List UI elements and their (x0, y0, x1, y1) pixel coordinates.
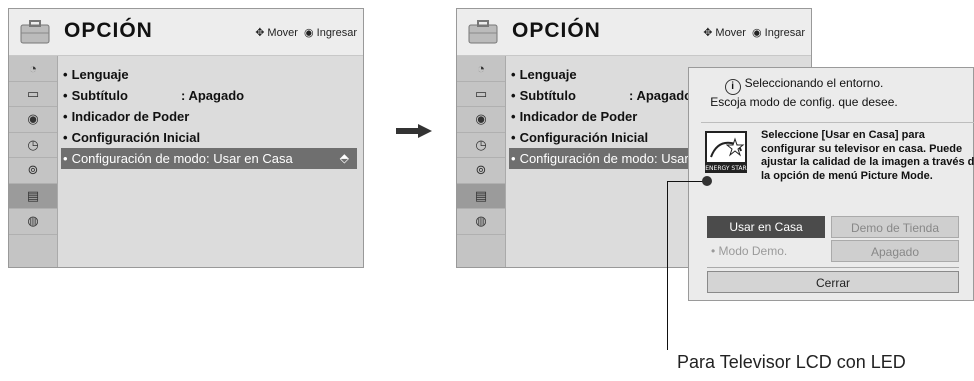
sidebar-item-picture[interactable]: ◔ (457, 56, 505, 82)
menu-item-label: Subtítulo (71, 88, 128, 103)
hint-move-label: Mover (267, 27, 298, 39)
option-briefcase-icon (20, 20, 50, 44)
menu-item-label: Lenguaje (519, 67, 577, 82)
up-down-icon: ⬘ (339, 151, 349, 165)
info-icon: i (724, 79, 741, 95)
dialog-message-line2: Escoja modo de config. que desee. (710, 95, 898, 109)
picture-icon: ◔ (477, 60, 485, 76)
menu-item-label: Configuración Inicial (519, 130, 649, 145)
menu-item-subtitle[interactable]: • Subtítulo: Apagado (61, 85, 357, 106)
option-briefcase-icon (468, 20, 498, 44)
sidebar-item-audio[interactable]: ◉ (457, 107, 505, 133)
ok-button-icon: ◉ (304, 27, 314, 39)
callout-line (667, 182, 668, 350)
demo-mode-value-button[interactable]: Apagado (831, 240, 959, 262)
menu-item-language[interactable]: • Lenguaje (61, 64, 357, 85)
option-list: • Lenguaje • Subtítulo: Apagado • Indicador… (61, 64, 357, 169)
sidebar-item-picture[interactable]: ◔ (9, 56, 57, 82)
sidebar-item-audio[interactable]: ◉ (9, 107, 57, 133)
sidebar-item-option[interactable]: ▤ (9, 183, 57, 209)
menu-item-power-indicator[interactable]: • Indicador de Poder (61, 106, 357, 127)
menu-item-value: : Apagado (181, 88, 245, 103)
sidebar-item-network[interactable]: ◍ (9, 209, 57, 235)
dialog-message: i Seleccionando el entorno. Escoja modo d… (689, 76, 919, 110)
network-icon: ◍ (27, 213, 39, 229)
menu-item-label: Configuración de modo: Usar en Casa (71, 151, 293, 166)
energy-star-logo: ENERGY STAR (705, 131, 747, 173)
sidebar-item-time[interactable]: ◷ (9, 133, 57, 158)
audio-icon: ◉ (475, 111, 487, 127)
nav-hint: ✥ Mover ◉ Ingresar (252, 26, 357, 39)
menu-item-label: Lenguaje (71, 67, 129, 82)
lock-icon: ⊚ (27, 162, 39, 178)
menu-title: OPCIÓN (512, 19, 601, 42)
store-demo-button[interactable]: Demo de Tienda (831, 216, 959, 238)
menu-header: OPCIÓN ✥ Mover ◉ Ingresar (457, 9, 811, 56)
lock-icon: ⊚ (475, 162, 487, 178)
option-menu-panel-left: OPCIÓN ✥ Mover ◉ Ingresar ◔ ▭ ◉ ◷ ⊚ ▤ ◍ • L… (8, 8, 364, 268)
screen-icon: ▭ (474, 85, 488, 101)
hint-move-label: Mover (715, 27, 746, 39)
menu-title: OPCIÓN (64, 19, 153, 42)
menu-item-label: Subtítulo (519, 88, 576, 103)
menu-item-initial-setup[interactable]: • Configuración Inicial (61, 127, 357, 148)
move-arrows-icon: ✥ (703, 27, 713, 39)
network-icon: ◍ (475, 213, 487, 229)
dialog-description: Seleccione [Usar en Casa] para configura… (761, 129, 974, 182)
dialog-info-area: ENERGY STAR Seleccione [Usar en Casa] pa… (701, 122, 974, 213)
callout-caption: Para Televisor LCD con LED (677, 352, 906, 372)
clock-icon: ◷ (475, 136, 487, 152)
mode-setting-dialog: i Seleccionando el entorno. Escoja modo d… (688, 67, 974, 301)
hint-enter-label: Ingresar (764, 27, 805, 39)
picture-icon: ◔ (29, 60, 37, 76)
option-icon: ▤ (26, 187, 40, 203)
menu-item-label: Configuración Inicial (71, 130, 201, 145)
menu-item-label: Indicador de Poder (519, 109, 638, 124)
dialog-message-line1: Seleccionando el entorno. (744, 76, 884, 90)
sidebar-item-time[interactable]: ◷ (457, 133, 505, 158)
category-sidebar: ◔ ▭ ◉ ◷ ⊚ ▤ ◍ (457, 56, 506, 267)
callout-dot (702, 176, 712, 186)
clock-icon: ◷ (27, 136, 39, 152)
ok-button-icon: ◉ (752, 27, 762, 39)
energy-star-label: ENERGY STAR (705, 165, 746, 172)
dialog-divider (707, 267, 959, 268)
audio-icon: ◉ (27, 111, 39, 127)
demo-mode-label: • Modo Demo. (711, 244, 788, 258)
sidebar-item-network[interactable]: ◍ (457, 209, 505, 235)
sidebar-item-screen[interactable]: ▭ (457, 82, 505, 107)
nav-hint: ✥ Mover ◉ Ingresar (700, 26, 805, 39)
menu-item-label: Indicador de Poder (71, 109, 190, 124)
sidebar-item-option[interactable]: ▤ (457, 183, 505, 209)
category-sidebar: ◔ ▭ ◉ ◷ ⊚ ▤ ◍ (9, 56, 58, 267)
sidebar-item-lock[interactable]: ⊚ (457, 158, 505, 184)
right-arrow-icon (396, 124, 432, 138)
sidebar-item-screen[interactable]: ▭ (9, 82, 57, 107)
option-icon: ▤ (474, 187, 488, 203)
sidebar-item-lock[interactable]: ⊚ (9, 158, 57, 184)
callout-line (667, 181, 707, 182)
hint-enter-label: Ingresar (316, 27, 357, 39)
menu-item-mode-setting[interactable]: • Configuración de modo: Usar en Casa ⬘ (61, 148, 357, 169)
menu-header: OPCIÓN ✥ Mover ◉ Ingresar (9, 9, 363, 56)
close-button[interactable]: Cerrar (707, 271, 959, 293)
home-use-button[interactable]: Usar en Casa (707, 216, 825, 238)
menu-item-value: : Apagado (629, 88, 693, 103)
screen-icon: ▭ (26, 85, 40, 101)
move-arrows-icon: ✥ (255, 27, 265, 39)
